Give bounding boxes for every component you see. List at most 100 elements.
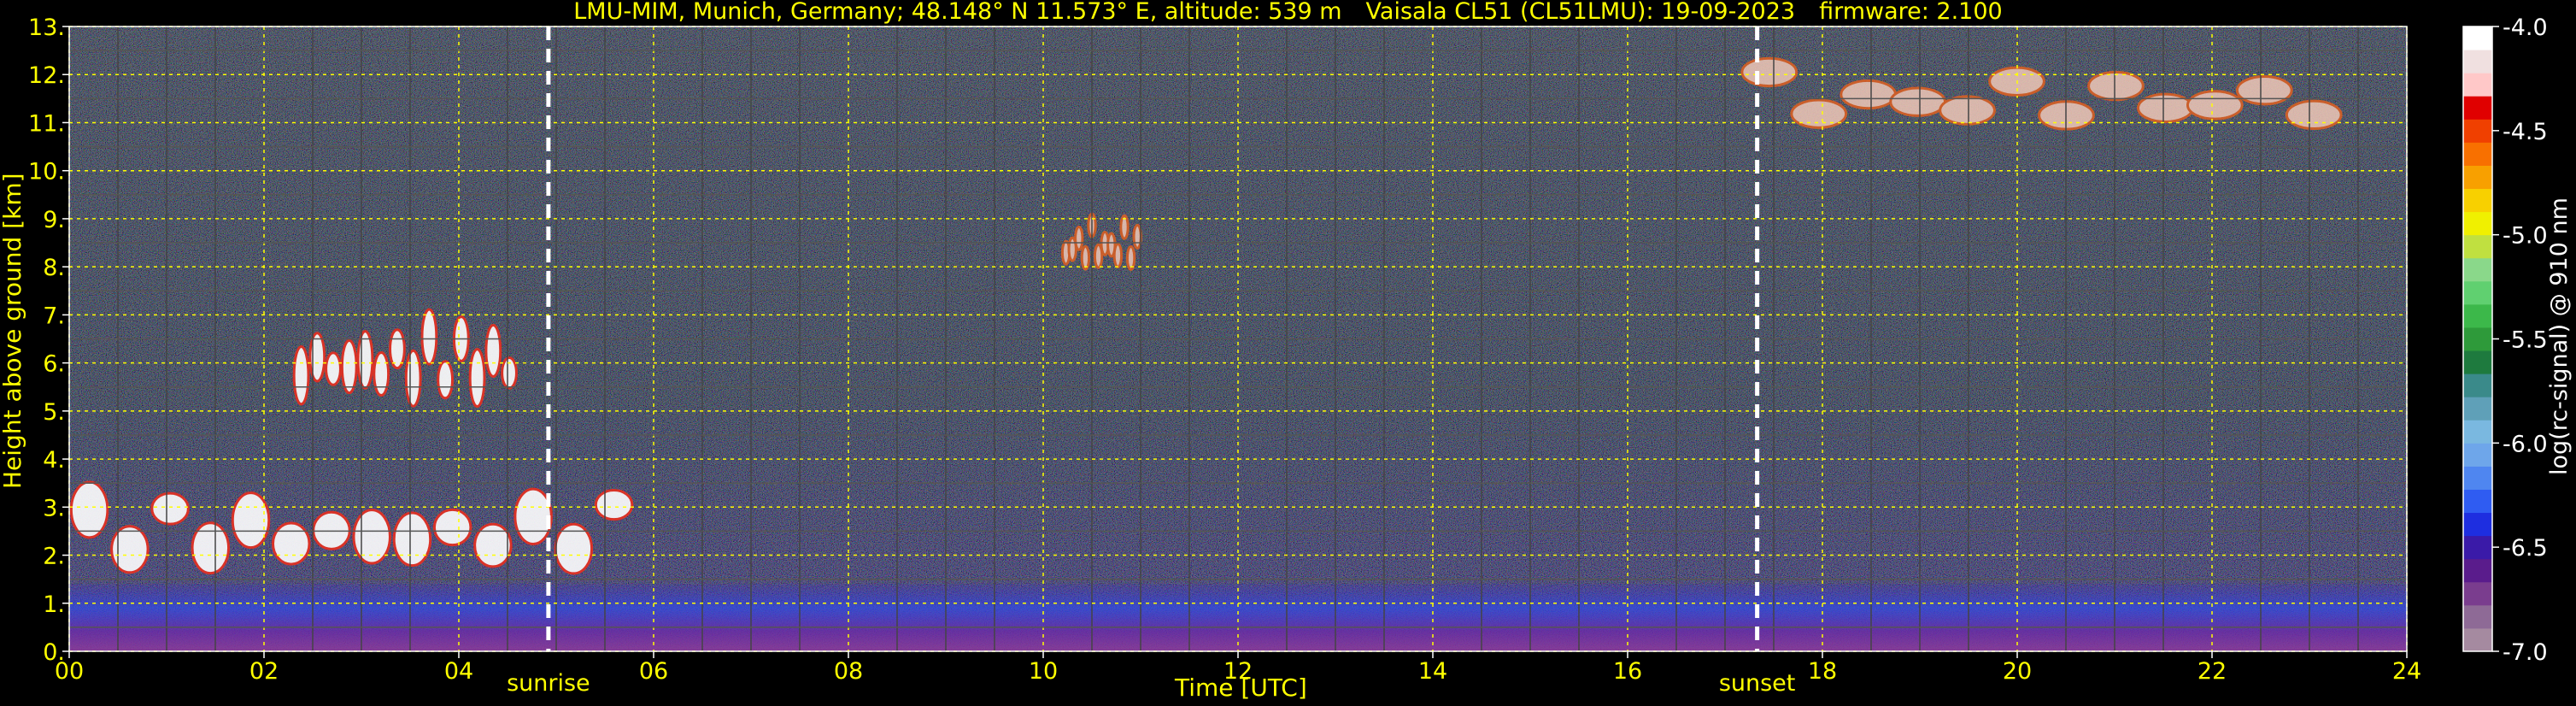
colorbar-swatch: [2463, 581, 2492, 606]
y-tick-label: 6.: [43, 351, 65, 378]
x-tick-label: 14: [1418, 658, 1447, 685]
cloud-patch: [484, 323, 502, 378]
cirrus-patch: [1112, 242, 1124, 268]
plot-area: 00 02 04 06 08 10 12 14 16 18 20 22 240.1.2.3.4.5.6.…: [28, 15, 2421, 685]
cirrus-patch: [2235, 74, 2293, 106]
cirrus-patch: [1125, 244, 1136, 271]
cloud-patch: [325, 351, 342, 386]
cirrus-patch: [1790, 98, 1848, 129]
colorbar-swatch: [2463, 420, 2492, 444]
colorbar-swatch: [2463, 397, 2492, 421]
y-tick-label: 3.: [43, 495, 65, 521]
cirrus-patch: [1840, 79, 1898, 110]
cloud-patch: [392, 511, 432, 568]
cloud-patch: [110, 525, 150, 574]
x-tick-label: 24: [2392, 658, 2421, 685]
y-tick-label: 10.: [28, 159, 65, 185]
cirrus-patch: [2087, 70, 2145, 102]
cloud-patch: [513, 487, 553, 545]
x-tick-label: 04: [444, 658, 473, 685]
colorbar-swatch: [2463, 211, 2492, 236]
cirrus-patch: [1132, 223, 1142, 250]
y-tick-label: 1.: [43, 591, 65, 618]
y-tick-label: 4.: [43, 447, 65, 474]
colorbar-swatch: [2463, 50, 2492, 74]
sunset-label: sunset: [1718, 670, 1796, 697]
x-tick-label: 08: [834, 658, 863, 685]
cirrus-patch: [1740, 56, 1799, 88]
colorbar-swatch: [2463, 257, 2492, 282]
colorbar-swatch: [2463, 280, 2492, 305]
chart-svg: 00 02 04 06 08 10 12 14 16 18 20 22 240.1.2.3.4.5.6.…: [28, 15, 2548, 685]
y-tick-label: 9.: [43, 207, 65, 233]
colorbar-swatch: [2463, 327, 2492, 351]
colorbar-swatch: [2463, 142, 2492, 166]
colorbar-tick-label: -4.5: [2503, 119, 2548, 145]
colorbar-swatch: [2463, 374, 2492, 397]
colorbar-swatch: [2463, 443, 2492, 467]
sunrise-label: sunrise: [507, 670, 590, 697]
cloud-patch: [404, 349, 422, 408]
colorbar-swatch: [2463, 188, 2492, 213]
y-tick-label: 5.: [43, 399, 65, 426]
cloud-patch: [432, 508, 472, 547]
y-axis: 0. 1. 2. 3. 4. 5. 6. 7. 8. 9. 10. 11. 12. 13.: [28, 15, 69, 666]
x-tick-label: 06: [639, 658, 668, 685]
cirrus-patch: [2285, 99, 2343, 131]
colorbar-tick-label: -5.5: [2503, 327, 2548, 354]
x-tick-label: 22: [2198, 658, 2227, 685]
y-axis-label: Height above ground [km]: [0, 173, 26, 489]
colorbar-tick-label: -6.5: [2503, 535, 2548, 562]
cloud-patch: [191, 521, 231, 575]
y-tick-label: 2.: [43, 544, 65, 570]
y-tick-label: 0.: [43, 639, 65, 666]
colorbar-swatch: [2463, 627, 2492, 652]
colorbar-tick-label: -4.0: [2503, 15, 2548, 41]
colorbar-swatch: [2463, 489, 2492, 514]
cirrus-patch: [1074, 225, 1084, 251]
colorbar-swatch: [2463, 96, 2492, 120]
colorbar-swatch: [2463, 26, 2492, 50]
colorbar-swatch: [2463, 350, 2492, 374]
colorbar-swatch: [2463, 234, 2492, 259]
cloud-patch: [594, 488, 634, 521]
x-tick-label: 18: [1808, 658, 1837, 685]
x-axis-label: Time [UTC]: [1175, 674, 1307, 702]
colorbar-swatch: [2463, 535, 2492, 560]
colorbar-swatch: [2463, 604, 2492, 629]
y-tick-label: 8.: [43, 255, 65, 281]
cloud-patch: [373, 351, 390, 397]
ceilometer-figure: LMU-MIM, Munich, Germany; 48.148° N 11.5…: [0, 0, 2576, 706]
colorbar-swatch: [2463, 303, 2492, 328]
cloud-patch: [340, 338, 358, 395]
cirrus-patch: [1080, 244, 1091, 271]
colorbar-swatch: [2463, 73, 2492, 97]
colorbar-swatch: [2463, 165, 2492, 190]
colorbar-label: log(rc-signal) @ 910 nm: [2546, 197, 2573, 475]
cirrus-patch: [2186, 90, 2244, 121]
y-tick-label: 12.: [28, 62, 65, 89]
cloud-patch: [69, 480, 109, 539]
colorbar-tick-label: -6.0: [2503, 431, 2548, 457]
cloud-patch: [292, 344, 310, 406]
y-tick-label: 7.: [43, 303, 65, 329]
x-tick-label: 02: [249, 658, 279, 685]
colorbar-swatch: [2463, 558, 2492, 583]
y-tick-label: 11.: [28, 110, 65, 137]
cirrus-patch: [1939, 95, 1996, 126]
colorbar-swatch: [2463, 466, 2492, 490]
cloud-patch: [437, 360, 455, 400]
cloud-patch: [356, 330, 374, 390]
cirrus-patch: [1889, 86, 1946, 117]
x-tick-label: 20: [2003, 658, 2032, 685]
cloud-patch: [420, 308, 438, 366]
y-tick-label: 13.: [28, 15, 65, 41]
feature-boundary-layer: [69, 584, 2407, 651]
cloud-patch: [468, 348, 486, 409]
x-tick-label: 10: [1029, 658, 1058, 685]
colorbar-tick-label: -5.0: [2503, 223, 2548, 250]
x-tick-label: 16: [1613, 658, 1642, 685]
colorbar-tick-label: -7.0: [2503, 639, 2548, 666]
cloud-patch: [272, 521, 311, 566]
colorbar: -4.0 -4.5 -5.0 -5.5 -6.0 -6.5 -7.0: [2462, 15, 2548, 666]
